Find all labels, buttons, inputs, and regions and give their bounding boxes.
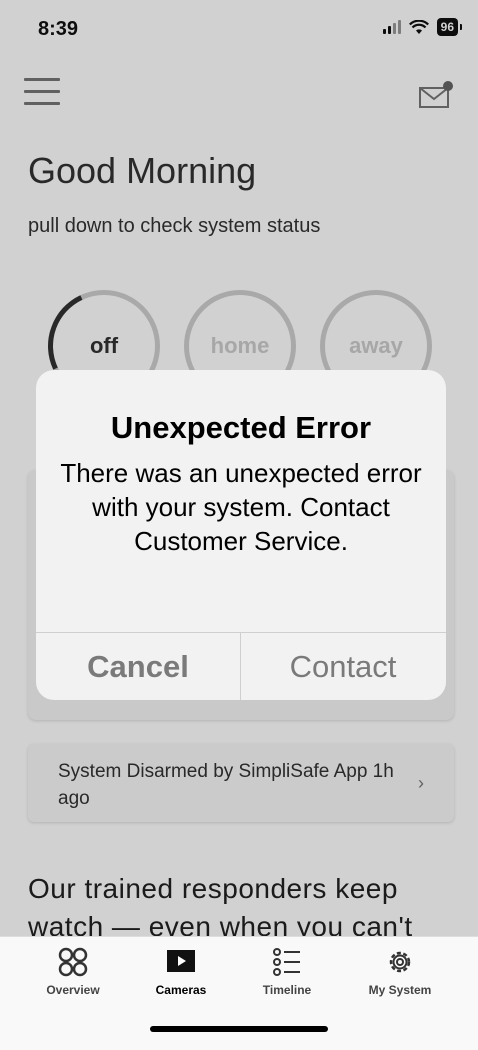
error-alert-dialog: Unexpected Error There was an unexpected…	[36, 370, 446, 700]
tab-label: Timeline	[262, 983, 312, 997]
tab-timeline[interactable]: Timeline	[232, 947, 342, 997]
overview-icon	[58, 947, 88, 977]
tab-bar: Overview Cameras Timeline My System	[0, 936, 478, 1050]
tab-overview[interactable]: Overview	[18, 947, 128, 997]
tab-label: My System	[368, 983, 432, 997]
alert-message: There was an unexpected error with your …	[60, 458, 422, 556]
gear-icon	[389, 951, 411, 973]
cancel-button[interactable]: Cancel	[36, 633, 240, 700]
tab-cameras[interactable]: Cameras	[126, 947, 236, 997]
camera-play-icon	[167, 950, 195, 972]
contact-button[interactable]: Contact	[241, 633, 445, 700]
timeline-list-icon	[273, 948, 300, 976]
tab-label: Overview	[46, 983, 100, 997]
alert-title: Unexpected Error	[110, 410, 372, 445]
home-indicator[interactable]	[150, 1026, 328, 1032]
tab-my-system[interactable]: My System	[345, 947, 455, 997]
tab-label: Cameras	[155, 983, 207, 997]
